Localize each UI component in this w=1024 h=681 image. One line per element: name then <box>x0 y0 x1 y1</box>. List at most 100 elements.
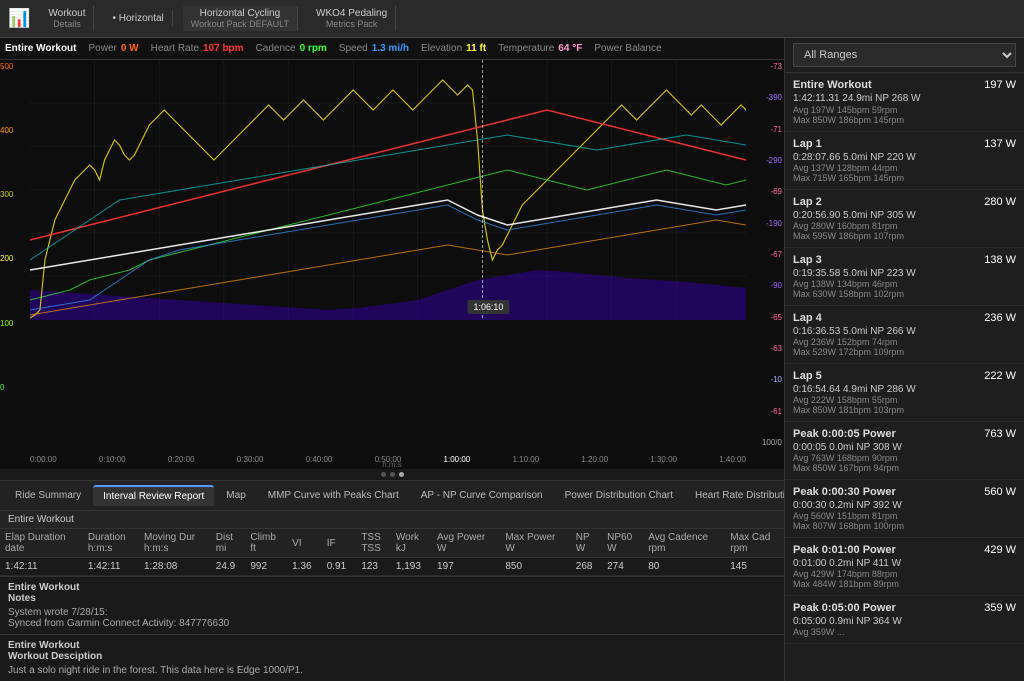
entry-line3-1: Max 715W 165bpm 145rpm <box>793 173 1016 183</box>
entry-line2-7: Avg 560W 151bpm 81rpm <box>793 511 1016 521</box>
td-np: 268 <box>571 558 602 576</box>
x-label-9: 1:30:00 <box>650 455 677 464</box>
tab-power-dist[interactable]: Power Distribution Chart <box>555 486 683 505</box>
td-dist: 24.9 <box>211 558 246 576</box>
cycling-workout-button[interactable]: Horizontal Cycling Workout Pack DEFAULT <box>183 6 298 31</box>
entry-line2-4: Avg 236W 152bpm 74rpm <box>793 337 1016 347</box>
sidebar-entry-entire-workout[interactable]: Entire Workout 197 W 1:42:11.31 24.9mi N… <box>785 73 1024 132</box>
power-label: Power <box>88 43 116 54</box>
entry-line3-7: Max 807W 168bpm 100rpm <box>793 521 1016 531</box>
tab-ride-summary[interactable]: Ride Summary <box>5 486 91 505</box>
wko4-sublabel: Metrics Pack <box>326 19 378 29</box>
entry-watts-8: 429 W <box>984 544 1016 556</box>
cadence-value: 0 rpm <box>300 43 327 54</box>
notes-section: Entire Workout Notes System wrote 7/28/1… <box>0 576 784 634</box>
sidebar-entry-lap2[interactable]: Lap 2 280 W 0:20:56.90 5.0mi NP 305 W Av… <box>785 190 1024 248</box>
tab-map[interactable]: Map <box>216 486 255 505</box>
x-label-0: 0:00:00 <box>30 455 57 464</box>
entry-name-6: Peak 0:00:05 Power <box>793 428 896 440</box>
th-climb: Climbft <box>245 529 287 558</box>
tab-interval-review[interactable]: Interval Review Report <box>93 485 214 506</box>
entry-watts-6: 763 W <box>984 428 1016 440</box>
th-work: WorkkJ <box>391 529 432 558</box>
scroll-indicator <box>0 469 784 480</box>
entry-line3-3: Max 630W 158bpm 102rpm <box>793 289 1016 299</box>
entry-line3-2: Max 595W 186bpm 107rpm <box>793 231 1016 241</box>
entry-line3-0: Max 850W 186bpm 145rpm <box>793 115 1016 125</box>
table-section: Entire Workout Elap Durationdate Duratio… <box>0 511 784 576</box>
chart-svg: 1:06:10 <box>30 60 746 320</box>
tab-ap-np-curve[interactable]: AP - NP Curve Comparison <box>411 486 553 505</box>
entry-line1-0: 1:42:11.31 24.9mi NP 268 W <box>793 93 921 104</box>
tab-ride-summary-label: Ride Summary <box>15 490 81 501</box>
workout-details-label: Workout <box>48 8 85 19</box>
x-label-8: 1:20:00 <box>581 455 608 464</box>
sidebar-entry-peak-5m[interactable]: Peak 0:05:00 Power 359 W 0:05:00 0.9mi N… <box>785 596 1024 644</box>
right-sidebar: All Ranges Entire Workout 197 W 1:42:11.… <box>784 38 1024 681</box>
power-value: 0 W <box>121 43 139 54</box>
dot-1 <box>381 472 386 477</box>
th-avg-cad: Avg Cadencerpm <box>643 529 725 558</box>
td-np60: 274 <box>602 558 643 576</box>
workout-description: Just a solo night ride in the forest. Th… <box>8 665 776 676</box>
speed-stat: Speed 1.3 mi/h <box>339 43 409 54</box>
x-label-6: 1:00:00 <box>444 455 471 464</box>
x-label-3: 0:30:00 <box>237 455 264 464</box>
tab-mmp-curve[interactable]: MMP Curve with Peaks Chart <box>258 486 409 505</box>
th-np60: NP60W <box>602 529 643 558</box>
entry-name-3: Lap 3 <box>793 254 822 266</box>
entry-name-8: Peak 0:01:00 Power <box>793 544 896 556</box>
entry-line3-5: Max 850W 181bpm 103rpm <box>793 405 1016 415</box>
sidebar-entry-peak-1m[interactable]: Peak 0:01:00 Power 429 W 0:01:00 0.2mi N… <box>785 538 1024 596</box>
entry-watts-5: 222 W <box>984 370 1016 382</box>
sidebar-entry-lap3[interactable]: Lap 3 138 W 0:19:35.58 5.0mi NP 223 W Av… <box>785 248 1024 306</box>
entry-line2-5: Avg 222W 158bpm 55rpm <box>793 395 1016 405</box>
entry-line1-2: 0:20:56.90 5.0mi NP 305 W <box>793 210 916 221</box>
entry-line1-3: 0:19:35.58 5.0mi NP 223 W <box>793 268 916 279</box>
tab-power-dist-label: Power Distribution Chart <box>565 490 673 501</box>
td-tss: 123 <box>356 558 391 576</box>
td-elap: 1:42:11 <box>0 558 83 576</box>
sidebar-entry-lap4[interactable]: Lap 4 236 W 0:16:36.53 5.0mi NP 266 W Av… <box>785 306 1024 364</box>
workout-details-button[interactable]: Workout Details <box>40 6 94 31</box>
th-dist: Distmi <box>211 529 246 558</box>
th-duration: Durationh:m:s <box>83 529 139 558</box>
tab-interval-review-label: Interval Review Report <box>103 491 204 502</box>
y-axis-right: -73 -390 -71 -290 -69 -190 -67 -90 -65 -… <box>746 60 784 449</box>
data-table: Elap Durationdate Durationh:m:s Moving D… <box>0 529 784 576</box>
power-stat: Power 0 W <box>88 43 138 54</box>
wko4-pedaling-button[interactable]: WKO4 Pedaling Metrics Pack <box>308 6 396 31</box>
th-np: NPW <box>571 529 602 558</box>
dot-2 <box>390 472 395 477</box>
horizontal-button[interactable]: • Horizontal <box>104 11 172 26</box>
entry-line1-7: 0:00:30 0.2mi NP 392 W <box>793 500 902 511</box>
sidebar-entry-lap1[interactable]: Lap 1 137 W 0:28:07.66 5.0mi NP 220 W Av… <box>785 132 1024 190</box>
entry-line2-2: Avg 280W 160bpm 81rpm <box>793 221 1016 231</box>
data-area: Entire Workout Elap Durationdate Duratio… <box>0 510 784 681</box>
app-icon: 📊 <box>8 8 30 29</box>
entry-line2-1: Avg 137W 128bpm 44rpm <box>793 163 1016 173</box>
elevation-stat: Elevation 11 ft <box>421 43 486 54</box>
th-elap: Elap Durationdate <box>0 529 83 558</box>
td-moving: 1:28:08 <box>139 558 211 576</box>
entry-line1-1: 0:28:07.66 5.0mi NP 220 W <box>793 152 916 163</box>
entry-name-5: Lap 5 <box>793 370 822 382</box>
x-label-7: 1:10:00 <box>512 455 539 464</box>
workout-details-sublabel: Details <box>53 19 81 29</box>
td-climb: 992 <box>245 558 287 576</box>
entry-watts-0: 197 W <box>984 79 1016 91</box>
entry-line1-6: 0:00:05 0.0mi NP 308 W <box>793 442 902 453</box>
sidebar-entry-lap5[interactable]: Lap 5 222 W 0:16:54.64 4.9mi NP 286 W Av… <box>785 364 1024 422</box>
range-select[interactable]: All Ranges <box>793 43 1016 67</box>
system-note: System wrote 7/28/15: Synced from Garmin… <box>8 607 776 629</box>
entry-line3-8: Max 484W 181bpm 89rpm <box>793 579 1016 589</box>
entry-line2-0: Avg 197W 145bpm 59rpm <box>793 105 1016 115</box>
chart-area[interactable]: 500 400 300 200 100 0 -73 -390 -71 -290 … <box>0 60 784 469</box>
y-axis-left: 500 400 300 200 100 0 <box>0 60 30 449</box>
left-panel: Entire Workout Power 0 W Heart Rate 107 … <box>0 38 784 681</box>
sidebar-entry-peak-30s[interactable]: Peak 0:00:30 Power 560 W 0:00:30 0.2mi N… <box>785 480 1024 538</box>
sidebar-entry-peak-5s[interactable]: Peak 0:00:05 Power 763 W 0:00:05 0.0mi N… <box>785 422 1024 480</box>
elevation-value: 11 ft <box>466 43 486 54</box>
td-if: 0.91 <box>322 558 357 576</box>
tab-hr-dist[interactable]: Heart Rate Distribution Chart <box>685 486 784 505</box>
